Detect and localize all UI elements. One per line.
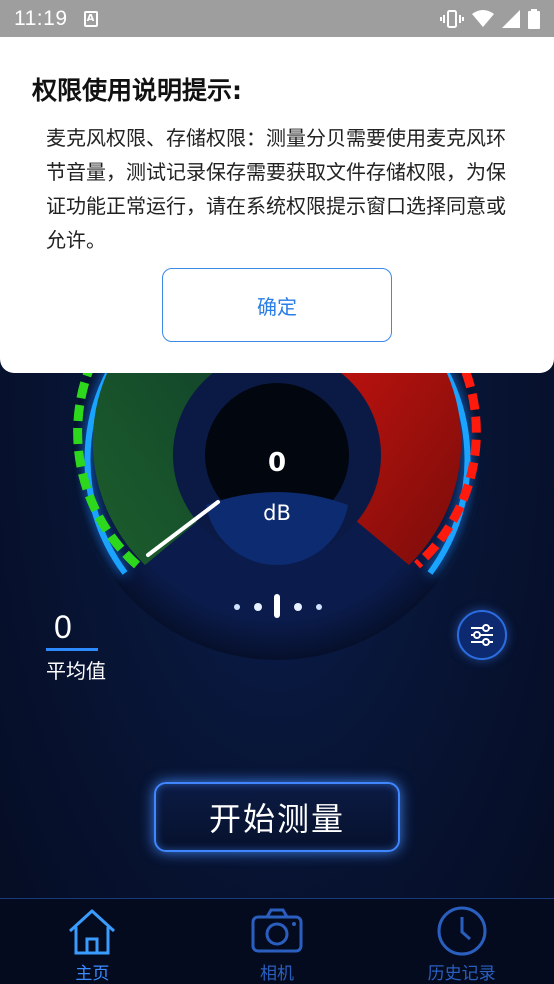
- status-time: 11:19: [14, 6, 68, 30]
- sliders-icon: [471, 624, 493, 646]
- status-bar: 11:19 A: [0, 0, 554, 37]
- signal-icon: [502, 9, 520, 28]
- nav-history[interactable]: 历史记录: [369, 899, 554, 984]
- notification-a-icon: A: [83, 10, 98, 27]
- nav-camera-label: 相机: [260, 964, 294, 984]
- battery-icon: [528, 8, 540, 29]
- nav-camera[interactable]: 相机: [185, 899, 370, 984]
- nav-home[interactable]: 主页: [0, 899, 185, 984]
- status-icons: [440, 8, 540, 29]
- settings-button[interactable]: [457, 610, 507, 660]
- clock-icon: [437, 906, 487, 956]
- average-label: 平均值: [46, 659, 106, 683]
- confirm-button[interactable]: 确定: [162, 268, 392, 342]
- permission-dialog: 权限使用说明提示: 麦克风权限、存储权限：测量分贝需要使用麦克风环节音量，测试记…: [0, 37, 554, 373]
- average-value: 0: [54, 609, 72, 645]
- gauge-unit: dB: [263, 501, 291, 525]
- wifi-icon: [472, 9, 494, 27]
- nav-home-label: 主页: [75, 964, 110, 984]
- camera-icon: [251, 908, 303, 953]
- nav-history-label: 历史记录: [427, 964, 496, 984]
- bottom-nav: 主页 相机 历史记录: [0, 898, 554, 984]
- gauge-value: 0: [268, 448, 286, 478]
- dialog-body: 麦克风权限、存储权限：测量分贝需要使用麦克风环节音量，测试记录保存需要获取文件存…: [46, 126, 506, 252]
- vibrate-icon: [440, 9, 464, 28]
- start-measure-button[interactable]: 开始测量: [154, 782, 400, 852]
- dialog-title: 权限使用说明提示:: [32, 76, 242, 105]
- average-underline: [46, 648, 98, 651]
- average-panel: 0 平均值: [46, 609, 106, 684]
- home-icon: [69, 909, 116, 955]
